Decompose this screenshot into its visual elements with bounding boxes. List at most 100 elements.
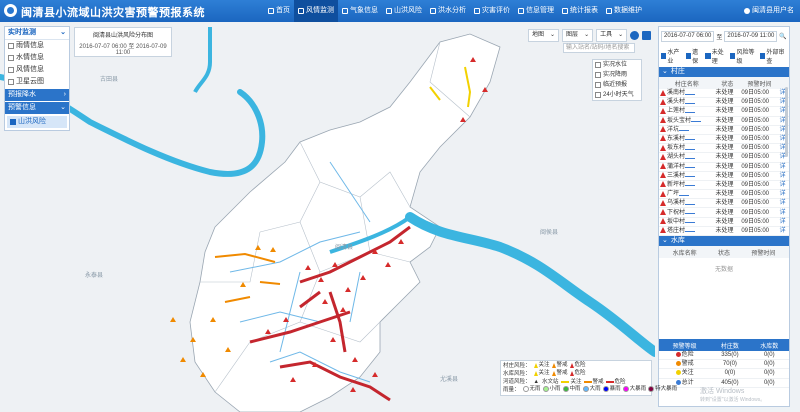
layer-flood-risk[interactable]: 山洪风险	[7, 116, 67, 128]
level-swatch	[675, 370, 681, 376]
trend-icon	[685, 201, 696, 205]
table-row[interactable]: 溪南村 未处理 09日05:00 详	[659, 89, 789, 99]
nav-flood-risk[interactable]: 山洪风险	[382, 0, 426, 22]
filter-check[interactable]: 风险等级	[730, 47, 757, 65]
layer-option[interactable]: 实况水位	[593, 60, 641, 70]
table-row[interactable]: 湖头村 未处理 09日05:00 详	[659, 152, 789, 163]
layer-wind[interactable]: 风情信息	[5, 64, 69, 76]
status-cell: 未处理	[714, 152, 741, 163]
table-row[interactable]: 广坪 未处理 09日05:00 详	[659, 189, 789, 200]
table-row[interactable]: 新坪村 未处理 09日05:00 详	[659, 180, 789, 191]
detail-link[interactable]: 详	[778, 180, 789, 191]
filter-checks: 水产业 遗保 未处理 风险等级 外部审查	[659, 45, 789, 67]
checkbox[interactable]	[8, 67, 14, 73]
filter-check[interactable]: 未处理	[705, 47, 727, 65]
detail-link[interactable]: 详	[778, 207, 789, 218]
checkbox[interactable]	[595, 62, 601, 68]
nav-home[interactable]: 首页	[264, 0, 294, 22]
nav-reports[interactable]: 统计报表	[558, 0, 602, 22]
user-menu[interactable]: 闽清县用户名	[744, 0, 794, 22]
tool-select[interactable]: 工具 ⌄	[596, 28, 628, 42]
detail-link[interactable]: 详	[778, 162, 789, 172]
table-row[interactable]: 乌溪村 未处理 09日05:00 详	[659, 198, 789, 209]
detail-link[interactable]: 详	[778, 226, 789, 237]
realtime-monitor-header[interactable]: 实时监测 ⌄	[5, 27, 69, 40]
checkbox-checked[interactable]	[685, 53, 692, 59]
legend-label: 危险	[574, 362, 586, 369]
fullscreen-icon[interactable]	[642, 30, 652, 40]
checkbox[interactable]	[595, 72, 601, 78]
village-count-cell: 70(0)	[710, 359, 750, 370]
status-cell: 未处理	[714, 97, 741, 108]
map-search-input[interactable]: 输入站名/站码/地名搜索	[563, 43, 635, 53]
map-svg[interactable]	[0, 22, 655, 412]
table-row[interactable]: 上莲村 未处理 09日05:00 详	[659, 106, 789, 117]
checkbox-checked[interactable]	[730, 53, 736, 59]
date-from-input[interactable]: 2016-07-07 06:00	[661, 30, 715, 42]
table-row[interactable]: 坂中村 未处理 09日05:00 详	[659, 217, 789, 227]
map-layer-box: 实况水位 实况降雨 临近预报 24小时天气	[592, 59, 642, 101]
globe-icon[interactable]	[630, 30, 640, 40]
table-row[interactable]: 塔庄村 未处理 09日05:00 详	[659, 226, 789, 237]
layer-select[interactable]: 图层 ⌄	[562, 28, 594, 42]
legend-label: 大雨	[589, 386, 601, 392]
checkbox[interactable]	[595, 92, 601, 98]
layer-rain[interactable]: 雨情信息	[5, 40, 69, 52]
table-row[interactable]: 坂东村 未处理 09日05:00 详	[659, 143, 789, 154]
map-canvas[interactable]: 古田县 永泰县 闽侯县 尤溪县 闽清县	[0, 22, 655, 412]
nav-flood-analysis[interactable]: 洪水分析	[426, 0, 470, 22]
trend-icon	[685, 164, 696, 169]
village-name-cell: 下祝村	[659, 207, 715, 218]
forecast-rain-section[interactable]: 预报降水 ›	[5, 88, 69, 101]
village-count-cell: 335(0)	[710, 351, 750, 361]
nav-info-mgmt[interactable]: 信息管理	[514, 0, 558, 22]
trend-icon	[691, 118, 702, 123]
nav-weather[interactable]: 气象信息	[338, 0, 382, 22]
layer-option[interactable]: 临近预报	[593, 80, 641, 90]
warning-info-section[interactable]: 预警信息 ⌄	[5, 101, 69, 114]
checkbox[interactable]	[8, 43, 14, 49]
table-row[interactable]: 溪头村 未处理 09日05:00 详	[659, 97, 789, 108]
right-panel: 2016-07-07 06:00 至 2016-07-09 11:00 🔍 水产…	[658, 26, 790, 407]
village-section-header[interactable]: ⌄ 村庄	[659, 67, 789, 77]
filter-check[interactable]: 遗保	[685, 47, 703, 65]
scrollbar[interactable]	[785, 87, 788, 157]
detail-link[interactable]: 详	[778, 198, 789, 209]
nav-disaster-eval[interactable]: 灾害评价	[470, 0, 514, 22]
nav-data-maint[interactable]: 数据维护	[602, 0, 646, 22]
table-row[interactable]: 洋坑 未处理 09日05:00 详	[659, 125, 789, 135]
table-row[interactable]: 蒲洋村 未处理 09日05:00 详	[659, 162, 789, 172]
detail-link[interactable]: 详	[778, 217, 789, 227]
search-icon[interactable]: 🔍	[779, 33, 786, 40]
legend-items: 无雨 小雨 中雨 大雨 暴雨 大暴雨 特大暴雨	[522, 385, 680, 395]
checkbox[interactable]	[595, 82, 601, 88]
layer-option[interactable]: 24小时天气	[593, 90, 641, 100]
legend-item: 危险	[569, 361, 586, 369]
table-row[interactable]: 东溪村 未处理 09日05:00 详	[659, 134, 789, 145]
layer-satellite[interactable]: 卫星云图	[5, 76, 69, 88]
chevron-down-icon: ⌄	[618, 31, 624, 38]
legend-swatch	[551, 362, 556, 368]
checkbox-checked[interactable]	[760, 53, 766, 59]
chevron-down-icon: ⌄	[60, 29, 66, 36]
reservoir-section-header[interactable]: ⌄ 水库	[659, 236, 789, 246]
date-to-input[interactable]: 2016-07-09 11:00	[724, 30, 778, 42]
table-row[interactable]: 下祝村 未处理 09日05:00 详	[659, 207, 789, 218]
checkbox-checked[interactable]	[10, 119, 16, 125]
detail-link[interactable]: 详	[778, 171, 789, 181]
checkbox-checked[interactable]	[705, 53, 711, 59]
nav-wind-monitoring[interactable]: 风情监测	[294, 0, 338, 22]
layer-option[interactable]: 实况降雨	[593, 70, 641, 80]
checkbox[interactable]	[8, 55, 14, 61]
layer-water[interactable]: 水情信息	[5, 52, 69, 64]
checkbox-checked[interactable]	[661, 53, 667, 59]
filter-check[interactable]: 水产业	[661, 47, 683, 65]
map-select[interactable]: 地图 ⌄	[528, 28, 560, 42]
filter-check[interactable]: 外部审查	[760, 47, 787, 65]
legend-swatch	[551, 370, 556, 376]
detail-link[interactable]: 详	[778, 189, 789, 200]
level-swatch	[675, 379, 681, 385]
checkbox[interactable]	[8, 79, 14, 85]
table-row[interactable]: 三溪村 未处理 09日05:00 详	[659, 171, 789, 181]
table-row[interactable]: 坂头宝村 未处理 09日05:00 详	[659, 116, 789, 126]
